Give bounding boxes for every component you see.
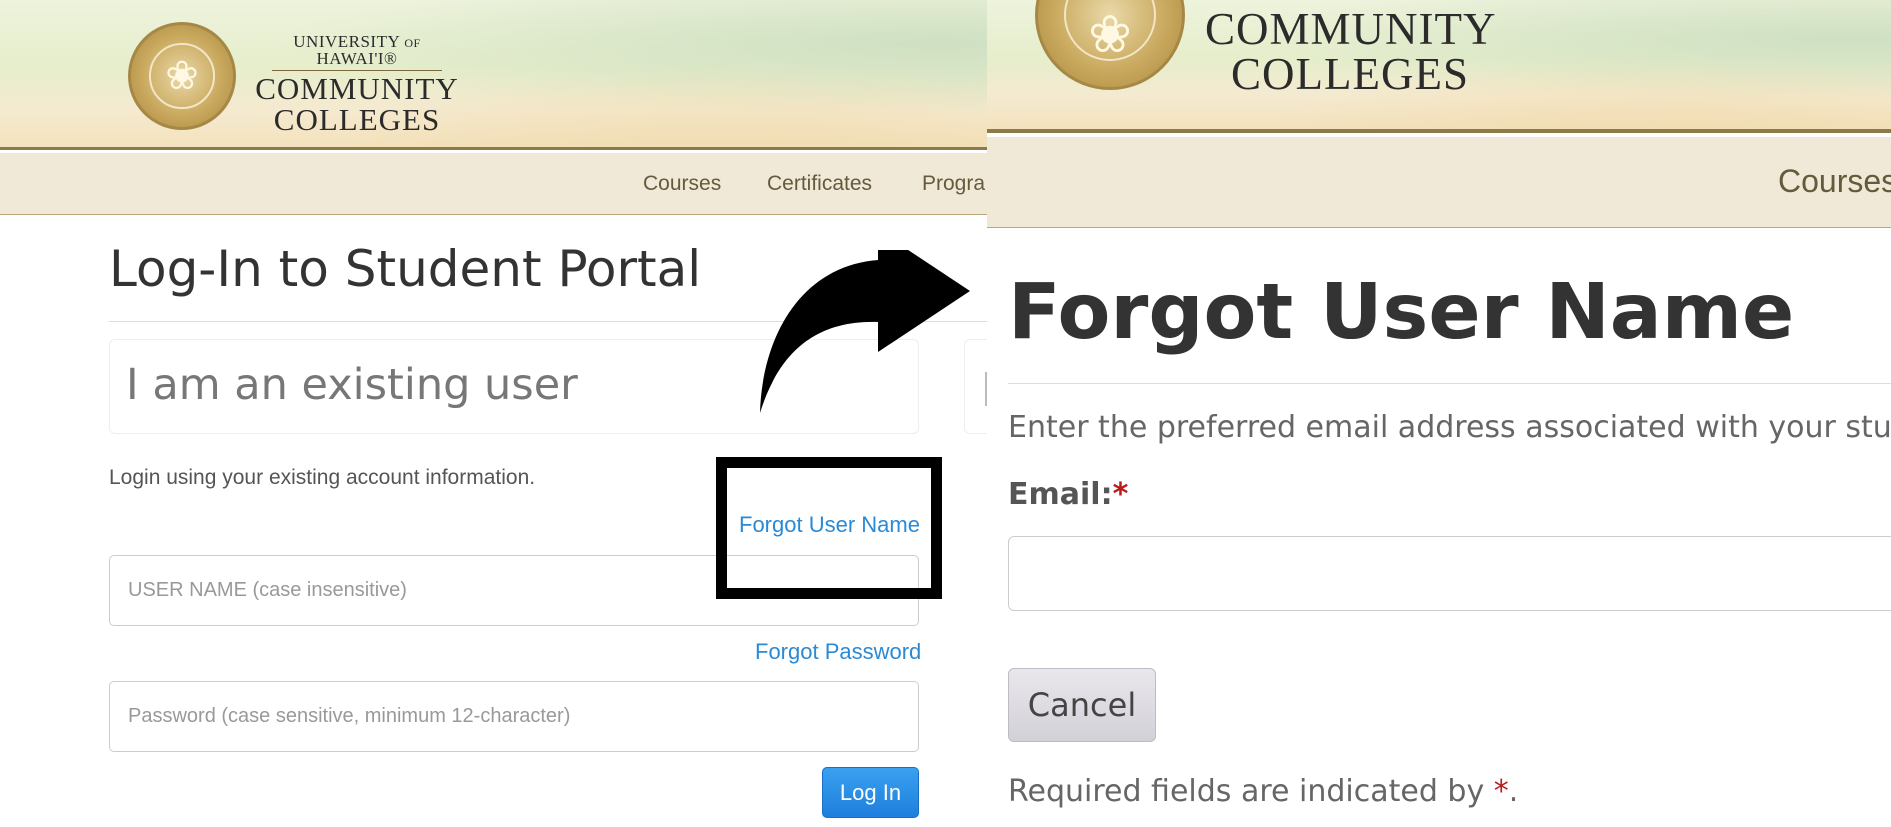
required-note-period: . xyxy=(1508,774,1519,809)
header-banner: ❀ COMMUNITY COLLEGES xyxy=(987,0,1891,133)
forgot-password-link[interactable]: Forgot Password xyxy=(755,639,921,665)
email-label: Email:* xyxy=(1008,477,1128,512)
cancel-button[interactable]: Cancel xyxy=(1008,668,1156,742)
page-title: Log-In to Student Portal xyxy=(109,240,702,298)
login-button[interactable]: Log In xyxy=(822,767,919,818)
logo-line-community: COMMUNITY xyxy=(1205,4,1497,54)
university-seal-icon: ❀ xyxy=(128,22,236,130)
main-navbar: Courses Certificates Progra xyxy=(0,153,987,215)
title-divider xyxy=(1008,383,1891,384)
title-divider xyxy=(109,321,987,322)
login-help-text: Login using your existing account inform… xyxy=(109,466,536,489)
nav-certificates[interactable]: Certificates xyxy=(767,172,872,196)
college-logo-text: UNIVERSITY of HAWAI'I® COMMUNITY COLLEGE… xyxy=(252,33,462,135)
email-input[interactable] xyxy=(1008,536,1891,611)
required-asterisk: * xyxy=(1112,477,1129,512)
nav-courses[interactable]: Courses xyxy=(1778,163,1891,200)
password-input[interactable] xyxy=(109,681,919,752)
header-banner: ❀ UNIVERSITY of HAWAI'I® COMMUNITY COLLE… xyxy=(0,0,987,150)
logo-line-community: COMMUNITY xyxy=(255,71,459,106)
logo-line-colleges: COLLEGES xyxy=(273,102,441,137)
required-note-text: Required fields are indicated by xyxy=(1008,774,1494,809)
college-logo-text: COMMUNITY COLLEGES xyxy=(1205,4,1497,99)
username-input[interactable] xyxy=(109,555,919,626)
panel-title: I am an existing user xyxy=(126,360,578,410)
forgot-username-link[interactable]: Forgot User Name xyxy=(739,512,920,538)
required-asterisk: * xyxy=(1493,774,1509,809)
new-user-panel-edge xyxy=(964,339,987,434)
logo-line-colleges: COLLEGES xyxy=(1231,49,1469,99)
email-label-text: Email: xyxy=(1008,477,1113,512)
required-fields-note: Required fields are indicated by *. xyxy=(1008,774,1518,809)
university-seal-icon: ❀ xyxy=(1035,0,1185,90)
email-help-text: Enter the preferred email address associ… xyxy=(1008,410,1891,445)
existing-user-panel: I am an existing user xyxy=(109,339,919,434)
logo-university-line: UNIVERSITY of HAWAI'I® xyxy=(293,32,421,68)
login-screen: ❀ UNIVERSITY of HAWAI'I® COMMUNITY COLLE… xyxy=(0,0,987,827)
forgot-username-screen: ❀ COMMUNITY COLLEGES Courses Forgot User… xyxy=(987,0,1891,827)
nav-courses[interactable]: Courses xyxy=(643,172,721,196)
main-navbar: Courses xyxy=(987,137,1891,228)
nav-programs[interactable]: Progra xyxy=(922,172,985,196)
page-title: Forgot User Name xyxy=(1008,268,1795,357)
